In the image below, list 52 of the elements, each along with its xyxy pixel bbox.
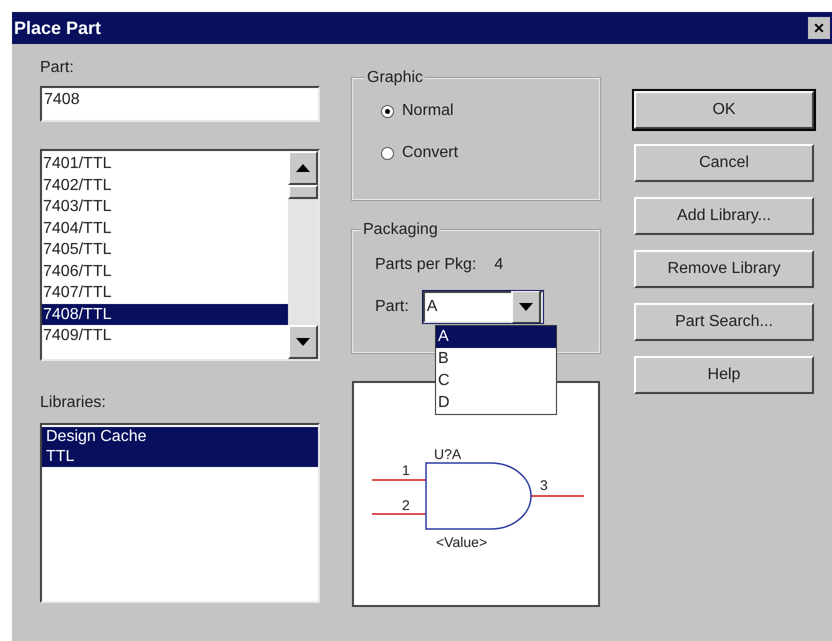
- radio-label[interactable]: Normal: [402, 99, 454, 123]
- window-title: Place Part: [14, 16, 102, 40]
- down-arrow-icon: [296, 338, 310, 346]
- radio-button[interactable]: [381, 104, 394, 118]
- part-list-item[interactable]: 7404/TTL: [42, 218, 288, 239]
- dialog-button[interactable]: Add Library...: [634, 197, 814, 235]
- radio-label[interactable]: Convert: [402, 141, 458, 165]
- dialog-button[interactable]: Cancel: [634, 144, 814, 182]
- down-arrow-icon: [518, 303, 533, 311]
- close-button[interactable]: ×: [808, 17, 830, 39]
- value-label: <Value>: [436, 534, 488, 550]
- pin-line: [372, 513, 426, 515]
- radio-button[interactable]: [381, 146, 394, 160]
- pin-line: [372, 479, 426, 481]
- dialog-button[interactable]: OK: [634, 91, 814, 129]
- scroll-thumb[interactable]: [288, 185, 318, 199]
- up-arrow-icon: [296, 164, 310, 172]
- dialog-button[interactable]: Help: [634, 356, 814, 394]
- dialog-button[interactable]: Remove Library: [634, 250, 814, 288]
- dropdown-option[interactable]: D: [436, 392, 556, 414]
- scrollbar[interactable]: [288, 151, 318, 359]
- field-label: Part:: [40, 58, 75, 78]
- part-list-item[interactable]: 7401/TTL: [42, 153, 288, 174]
- part-dropdown[interactable]: A: [422, 291, 543, 323]
- part-input-field[interactable]: 7408: [40, 86, 320, 122]
- part-list-item[interactable]: 7406/TTL: [42, 260, 288, 282]
- part-list-item[interactable]: 7402/TTL: [42, 174, 288, 196]
- part-list-item[interactable]: 7403/TTL: [42, 196, 288, 218]
- pin-line: [531, 495, 584, 497]
- scroll-up-button[interactable]: [288, 151, 318, 185]
- part-list-item[interactable]: 7407/TTL: [42, 282, 288, 304]
- parts-per-package-value: 4: [494, 255, 504, 275]
- field-label: Part:: [375, 297, 409, 317]
- scroll-down-button[interactable]: [288, 325, 318, 359]
- dropdown-option[interactable]: A: [436, 326, 556, 348]
- library-list-item[interactable]: Design Cache: [42, 427, 318, 447]
- part-list-item[interactable]: 7408/TTL: [42, 304, 288, 325]
- dropdown-option[interactable]: B: [436, 348, 556, 370]
- pin-number: 2: [402, 497, 410, 513]
- parts-per-package-label: Parts per Pkg:: [375, 255, 476, 275]
- part-list-item[interactable]: 7409/TTL: [42, 325, 288, 346]
- dropdown-option[interactable]: C: [436, 370, 556, 392]
- group-title: Packaging: [361, 220, 440, 240]
- field-label: Libraries:: [40, 393, 107, 413]
- group-title: Graphic: [365, 68, 426, 88]
- pin-number: 1: [402, 462, 410, 478]
- reference-label: U?A: [434, 446, 462, 462]
- pin-number: 3: [540, 477, 548, 493]
- part-list-item[interactable]: 7405/TTL: [42, 239, 288, 260]
- dialog-button[interactable]: Part Search...: [634, 303, 814, 341]
- dropdown-button[interactable]: [510, 290, 541, 324]
- library-list-item[interactable]: TTL: [42, 447, 318, 467]
